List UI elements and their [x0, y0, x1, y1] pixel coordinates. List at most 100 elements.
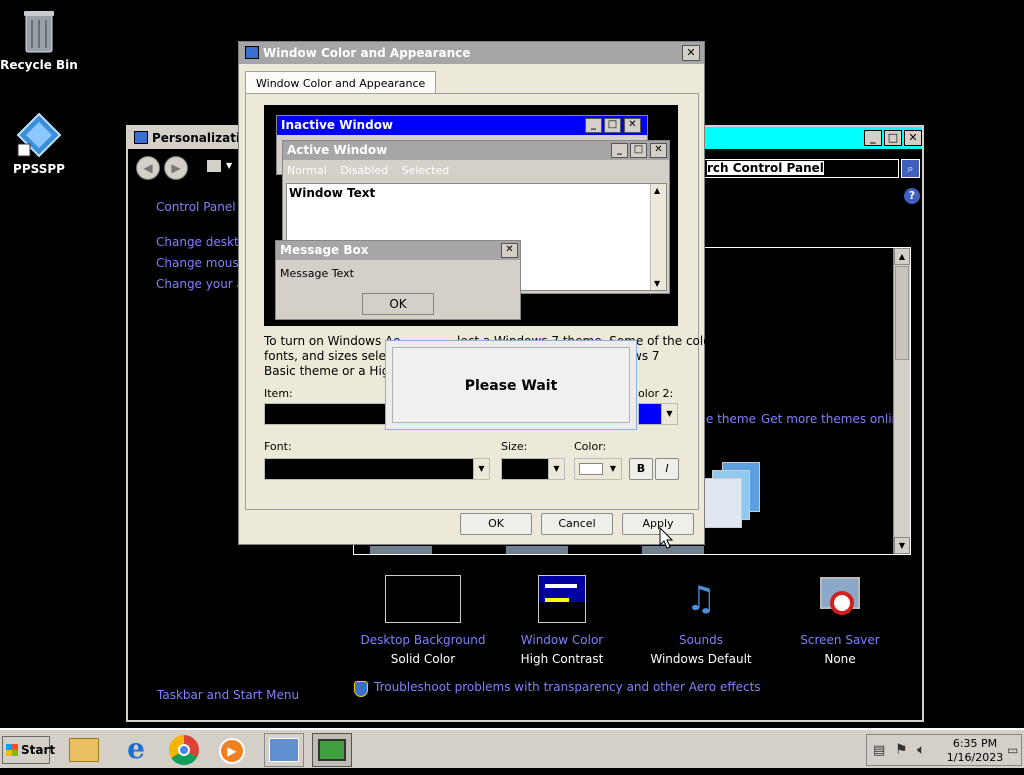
tab-window-color-appearance[interactable]: Window Color and Appearance — [245, 71, 437, 94]
action-center-flag-icon[interactable]: ⚑ — [895, 742, 908, 758]
search-input[interactable]: rch Control Panel — [704, 159, 899, 178]
chrome-icon[interactable] — [164, 733, 204, 767]
scroll-up-button[interactable]: ▲ — [894, 248, 910, 265]
network-icon[interactable]: ▤ — [873, 743, 885, 758]
help-icon[interactable]: ? — [904, 188, 920, 204]
back-button[interactable]: ◀ — [136, 156, 160, 180]
apply-button[interactable]: Apply — [622, 513, 694, 535]
clock-date: 1/16/2023 — [946, 751, 1004, 764]
shield-icon — [354, 681, 368, 697]
font-dropdown[interactable]: ▼ — [264, 458, 490, 480]
item-label: Item: — [264, 387, 293, 400]
window-text: Window Text — [289, 186, 376, 200]
recycle-bin-icon — [22, 8, 56, 54]
file-explorer-icon[interactable] — [64, 733, 104, 767]
italic-button[interactable]: I — [655, 458, 679, 480]
control-panel-icon[interactable] — [206, 159, 222, 173]
system-tray: ▤ ⚑ 🔈︎ 6:35 PM 1/16/2023 ▭ — [866, 734, 1022, 766]
dialog-title: Window Color and Appearance — [263, 46, 471, 60]
menu-normal: Normal — [287, 164, 327, 177]
sounds-item[interactable]: ♫ Sounds Windows Default — [636, 575, 766, 666]
theme-label-placeholder-2 — [506, 546, 568, 554]
message-box-close-icon: ✕ — [501, 243, 518, 258]
scroll-thumb[interactable] — [895, 266, 909, 360]
ok-button[interactable]: OK — [460, 513, 532, 535]
get-more-themes-link[interactable]: Get more themes online — [761, 412, 907, 426]
troubleshoot-link[interactable]: Troubleshoot problems with transparency … — [374, 680, 761, 694]
dialog-close-button[interactable]: ✕ — [682, 45, 700, 61]
message-text: Message Text — [280, 267, 354, 280]
screen-saver-icon — [816, 575, 864, 623]
item-dropdown[interactable] — [264, 403, 388, 425]
active-minimize-icon: _ — [611, 143, 628, 158]
color2-label: olor 2: — [638, 387, 674, 400]
appearance-preview[interactable]: Inactive Window _ □ ✕ Active Window _ □ … — [264, 105, 678, 326]
preview-scrollbar: ▲ ▼ — [650, 184, 666, 290]
screen-saver-item[interactable]: Screen Saver None — [775, 575, 905, 666]
control-panel-taskbar-icon[interactable] — [264, 733, 304, 767]
dialog-titlebar[interactable]: Window Color and Appearance ✕ — [239, 42, 704, 64]
bold-button[interactable]: B — [629, 458, 653, 480]
chevron-down-icon: ▼ — [605, 459, 621, 479]
ppsspp-desktop-icon[interactable]: PPSSPP — [0, 112, 78, 176]
font-color-dropdown[interactable]: ▼ — [574, 458, 622, 480]
windows-logo-icon — [6, 744, 18, 756]
chevron-down-icon: ▼ — [473, 459, 489, 479]
address-dropdown-icon[interactable]: ▼ — [226, 161, 232, 170]
window-color-appearance-dialog: Window Color and Appearance ✕ Window Col… — [238, 41, 726, 545]
menu-selected: Selected — [401, 164, 450, 177]
search-icon[interactable]: ⌕ — [901, 159, 920, 178]
taskbar-start-menu-link[interactable]: Taskbar and Start Menu — [157, 688, 299, 702]
size-dropdown[interactable]: ▼ — [501, 458, 565, 480]
please-wait-dialog: Please Wait — [385, 340, 637, 430]
dialog-app-icon — [245, 46, 259, 59]
chevron-down-icon: ▼ — [548, 459, 564, 479]
internet-explorer-icon[interactable]: e — [116, 733, 156, 767]
desktop-background-thumb — [385, 575, 461, 623]
personalization-app-icon — [134, 131, 148, 144]
volume-icon[interactable]: 🔈︎ — [917, 742, 925, 758]
clock[interactable]: 6:35 PM 1/16/2023 — [943, 737, 1007, 765]
font-color-swatch — [579, 463, 603, 475]
message-box-ok-button[interactable]: OK — [362, 293, 434, 315]
start-label: Start — [21, 743, 56, 757]
inactive-minimize-icon: _ — [585, 118, 602, 133]
chevron-down-icon: ▼ — [661, 404, 677, 424]
theme-thumbnail[interactable] — [704, 462, 760, 534]
preview-menu-bar: Normal Disabled Selected — [287, 164, 449, 177]
media-player-icon[interactable]: ▶ — [212, 733, 252, 767]
cancel-button[interactable]: Cancel — [541, 513, 613, 535]
personalization-taskbar-icon[interactable] — [312, 733, 352, 767]
desc-line-1: To turn on Windows Ae — [264, 334, 401, 348]
desktop-background-item[interactable]: Desktop Background Solid Color — [358, 575, 488, 666]
window-color-thumb — [538, 575, 586, 623]
message-box-caption: Message Box — [276, 241, 520, 260]
save-theme-link[interactable]: e theme — [706, 412, 756, 426]
ppsspp-icon — [16, 112, 62, 158]
recycle-bin-label: Recycle Bin — [0, 58, 78, 72]
size-label: Size: — [501, 440, 528, 453]
forward-button[interactable]: ▶ — [164, 156, 188, 180]
color2-dropdown[interactable]: ▼ — [638, 403, 678, 425]
clock-time: 6:35 PM — [952, 737, 998, 750]
start-button[interactable]: Start — [2, 736, 55, 764]
scroll-down-button[interactable]: ▼ — [894, 537, 910, 554]
window-color-item[interactable]: Window Color High Contrast — [497, 575, 627, 666]
color-label: Color: — [574, 440, 607, 453]
theme-scrollbar[interactable]: ▲ ▼ — [893, 248, 910, 554]
recycle-bin-desktop-icon[interactable]: Recycle Bin — [0, 8, 78, 72]
active-close-icon: ✕ — [650, 143, 667, 158]
preview-message-box[interactable]: Message Box ✕ Message Text OK — [275, 240, 521, 320]
pers-minimize-button[interactable]: _ — [864, 130, 882, 146]
show-desktop-icon[interactable]: ▭ — [1007, 743, 1018, 757]
theme-label-placeholder-3 — [642, 546, 704, 554]
theme-label-placeholder-1 — [370, 546, 432, 554]
pers-close-button[interactable]: ✕ — [904, 130, 922, 146]
ppsspp-label: PPSSPP — [13, 162, 65, 176]
font-label: Font: — [264, 440, 292, 453]
inactive-close-icon: ✕ — [624, 118, 641, 133]
active-maximize-icon: □ — [630, 143, 647, 158]
pers-maximize-button[interactable]: □ — [884, 130, 902, 146]
inactive-maximize-icon: □ — [604, 118, 621, 133]
sounds-icon: ♫ — [685, 579, 717, 619]
